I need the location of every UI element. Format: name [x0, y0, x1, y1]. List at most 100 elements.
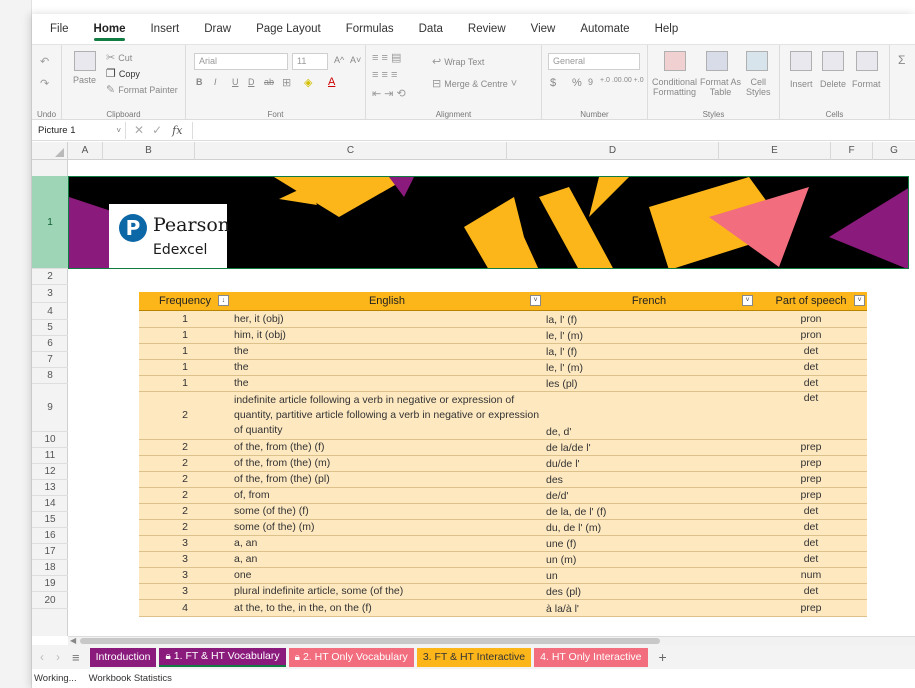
shrink-font-button[interactable]: A˅ [350, 55, 361, 65]
cell-part-of-speech[interactable]: det [755, 375, 867, 392]
format-as-table-button[interactable]: Format As Table [700, 77, 741, 97]
row-header-9[interactable]: 9 [32, 384, 68, 432]
cell-french[interactable]: un (m) [543, 551, 755, 568]
row-header-7[interactable]: 7 [32, 352, 68, 368]
cell-english[interactable]: of the, from (the) (f) [231, 439, 543, 456]
row-header-6[interactable]: 6 [32, 336, 68, 352]
percent-button[interactable]: % [572, 77, 582, 89]
sort-filter-icon[interactable]: ↓ [218, 295, 229, 306]
cell-part-of-speech[interactable]: det [755, 519, 867, 536]
column-header-f[interactable]: F [831, 142, 873, 160]
cell-frequency[interactable]: 3 [139, 567, 231, 584]
delete-cells-button[interactable]: Delete [820, 79, 846, 89]
cell-part-of-speech[interactable]: pron [755, 310, 867, 328]
menu-page-layout[interactable]: Page Layout [256, 17, 321, 41]
menu-formulas[interactable]: Formulas [346, 17, 394, 41]
cell-french[interactable]: de la/de l' [543, 439, 755, 456]
add-sheet-button[interactable]: + [659, 649, 667, 665]
cell-frequency[interactable]: 1 [139, 327, 231, 344]
strikethrough-button[interactable]: ab [264, 77, 274, 87]
header-english[interactable]: English ˅ [231, 292, 543, 311]
row-header-20[interactable]: 20 [32, 592, 68, 609]
borders-icon[interactable]: ⊞ [282, 76, 291, 89]
column-header-a[interactable]: A [68, 142, 103, 160]
header-part-of-speech[interactable]: Part of speech ˅ [755, 292, 867, 311]
bold-button[interactable]: B [196, 77, 203, 87]
row-header-8[interactable]: 8 [32, 368, 68, 384]
cell-frequency[interactable]: 2 [139, 519, 231, 536]
font-size-select[interactable]: 11 [292, 53, 328, 70]
wrap-text-button[interactable]: ↩ Wrap Text [432, 55, 484, 68]
cell-frequency[interactable]: 1 [139, 343, 231, 360]
cell-frequency[interactable]: 3 [139, 535, 231, 552]
cell-part-of-speech[interactable]: prep [755, 471, 867, 488]
cell-part-of-speech[interactable]: det [755, 551, 867, 568]
select-all-corner[interactable] [32, 142, 68, 160]
cell-english[interactable]: the [231, 375, 543, 392]
workbook-statistics-button[interactable]: Workbook Statistics [89, 673, 172, 684]
row-header-19[interactable]: 19 [32, 576, 68, 592]
double-underline-button[interactable]: D [248, 77, 255, 87]
cell-english[interactable]: of the, from (the) (m) [231, 455, 543, 472]
paste-button[interactable]: Paste [73, 75, 96, 85]
menu-draw[interactable]: Draw [204, 17, 231, 41]
font-color-icon[interactable]: A [328, 76, 335, 88]
name-box[interactable]: Picture 1 ˅ [34, 121, 126, 139]
cell-part-of-speech[interactable]: det [755, 391, 867, 440]
row-header-14[interactable]: 14 [32, 496, 68, 512]
font-name-select[interactable]: Arial [194, 53, 288, 70]
insert-cells-button[interactable]: Insert [790, 79, 813, 89]
cell-part-of-speech[interactable]: det [755, 535, 867, 552]
column-header-d[interactable]: D [507, 142, 719, 160]
cell-french[interactable]: du/de l' [543, 455, 755, 472]
cell-french[interactable]: les (pl) [543, 375, 755, 392]
menu-view[interactable]: View [531, 17, 556, 41]
prev-sheet-icon[interactable]: ‹ [40, 650, 44, 664]
filter-dropdown-icon[interactable]: ˅ [530, 295, 541, 306]
align-middle-icon[interactable]: ≡ ≡ ≡ [372, 69, 397, 81]
row-header-16[interactable]: 16 [32, 528, 68, 544]
cell-frequency[interactable]: 2 [139, 487, 231, 504]
cell-french[interactable]: de, d' [543, 391, 755, 440]
column-header-g[interactable]: G [873, 142, 915, 160]
align-top-icon[interactable]: ≡ ≡ ▤ [372, 51, 401, 64]
insert-function-button[interactable]: fx [172, 124, 182, 137]
sheet-tab-4[interactable]: 3. FT & HT Interactive [416, 647, 532, 667]
cell-styles-button[interactable]: Cell Styles [746, 77, 771, 97]
row-header-1[interactable]: 1 [32, 176, 68, 269]
cell-french[interactable]: à la/à l' [543, 599, 755, 617]
number-format-select[interactable]: General [548, 53, 640, 70]
row-header-12[interactable]: 12 [32, 464, 68, 480]
filter-dropdown-icon[interactable]: ˅ [742, 295, 753, 306]
increase-decimal-button[interactable]: +.0 .00 [600, 77, 622, 84]
row-header-11[interactable]: 11 [32, 448, 68, 464]
cell-english[interactable]: plural indefinite article, some (of the) [231, 583, 543, 600]
sheet-tab-3[interactable]: 🔒︎ 2. HT Only Vocabulary [288, 647, 414, 667]
cell-frequency[interactable]: 2 [139, 455, 231, 472]
currency-button[interactable]: $ [550, 77, 556, 89]
indent-icon[interactable]: ⇤ ⇥ ⟲ [372, 87, 406, 100]
cell-french[interactable]: des (pl) [543, 583, 755, 600]
column-header-b[interactable]: B [103, 142, 195, 160]
grow-font-button[interactable]: A^ [334, 55, 344, 65]
formula-input[interactable] [192, 121, 915, 139]
underline-button[interactable]: U [232, 77, 239, 87]
horizontal-scrollbar[interactable]: ◀ [68, 636, 915, 645]
next-sheet-icon[interactable]: › [56, 650, 60, 664]
scrollbar-thumb[interactable] [80, 638, 660, 644]
row-header-18[interactable]: 18 [32, 560, 68, 576]
cell-english[interactable]: indefinite article following a verb in n… [231, 391, 543, 440]
cell-english[interactable]: some (of the) (m) [231, 519, 543, 536]
cell-frequency[interactable]: 1 [139, 310, 231, 328]
cell-english[interactable]: one [231, 567, 543, 584]
menu-insert[interactable]: Insert [150, 17, 179, 41]
row-header-13[interactable]: 13 [32, 480, 68, 496]
cell-french[interactable]: le, l' (m) [543, 359, 755, 376]
cell-english[interactable]: some (of the) (f) [231, 503, 543, 520]
cell-part-of-speech[interactable]: pron [755, 327, 867, 344]
pearson-banner-picture[interactable]: P Pearson Edexcel [68, 176, 909, 269]
redo-icon[interactable]: ↷ [40, 77, 49, 90]
autosum-icon[interactable]: Σ [898, 53, 905, 67]
menu-review[interactable]: Review [468, 17, 506, 41]
menu-automate[interactable]: Automate [580, 17, 629, 41]
